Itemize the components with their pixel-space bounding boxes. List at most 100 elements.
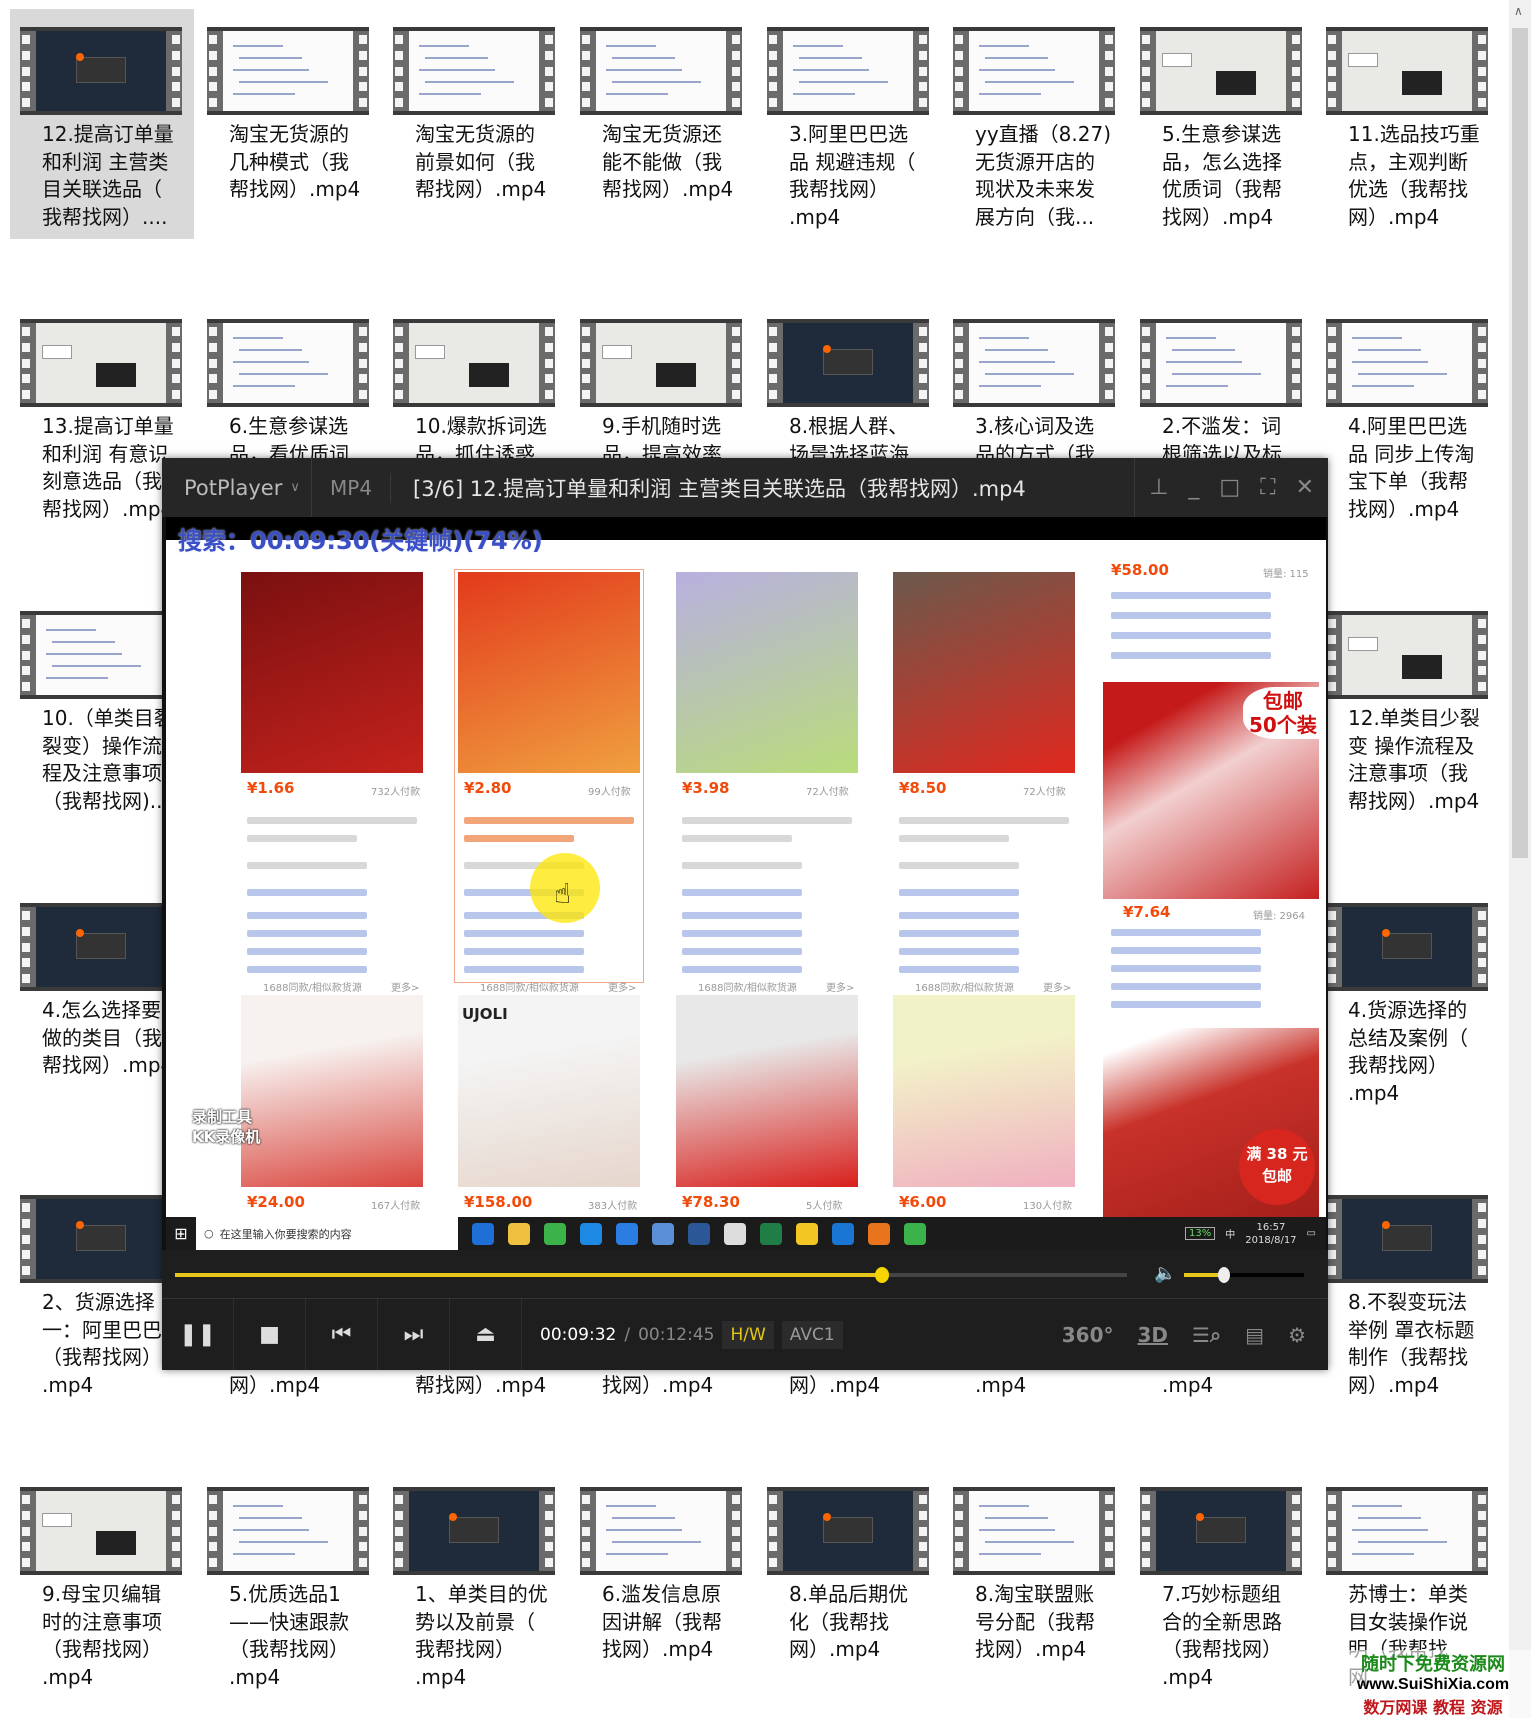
pause-button[interactable]: ❚❚	[162, 1299, 234, 1370]
listing-text-line	[1111, 983, 1261, 990]
volume-slider[interactable]	[1184, 1267, 1304, 1283]
file-item[interactable]: 4.阿里巴巴选 品 同步上传淘 宝下单（我帮 找网）.mp4	[1316, 301, 1500, 531]
product-image[interactable]	[458, 995, 640, 1187]
title-bar[interactable]: PotPlayer ∨ MP4 [3/6] 12.提高订单量和利润 主营类目关联…	[162, 458, 1328, 517]
file-item[interactable]: 11.选品技巧重 点，主观判断 优选（我帮找 网）.mp4	[1316, 9, 1500, 239]
close-button[interactable]: ✕	[1296, 475, 1314, 500]
chapter-search-icon[interactable]: ☰⌕	[1192, 1323, 1221, 1347]
3d-icon[interactable]: 3D	[1137, 1323, 1168, 1347]
next-button[interactable]: ⏭	[378, 1299, 450, 1370]
scrollbar[interactable]: ∧	[1509, 0, 1531, 1718]
video-thumbnail[interactable]	[953, 319, 1115, 407]
seek-handle[interactable]	[875, 1267, 890, 1283]
video-thumbnail[interactable]	[393, 319, 555, 407]
product-image[interactable]	[676, 572, 858, 773]
more-link[interactable]: 更多>	[391, 979, 419, 994]
vr-360-icon[interactable]: 360°	[1062, 1323, 1114, 1347]
product-image[interactable]	[676, 995, 858, 1187]
settings-gear-icon[interactable]: ⚙	[1288, 1323, 1306, 1347]
scroll-up-icon[interactable]: ∧	[1514, 4, 1523, 18]
video-thumbnail[interactable]	[20, 611, 182, 699]
file-item[interactable]: 8.单品后期优 化（我帮找 网）.mp4	[757, 1469, 941, 1699]
video-thumbnail[interactable]	[1326, 611, 1488, 699]
minimize-button[interactable]: _	[1188, 475, 1199, 500]
video-thumbnail[interactable]	[20, 1195, 182, 1283]
file-item[interactable]: 12.单类目少裂 变 操作流程及 注意事项（我 帮找网）.mp4	[1316, 593, 1500, 823]
video-thumbnail[interactable]	[20, 319, 182, 407]
video-thumbnail[interactable]	[393, 1487, 555, 1575]
file-item[interactable]: 12.提高订单量 和利润 主营类 目关联选品（ 我帮找网）....	[10, 9, 194, 239]
excel-icon	[796, 1222, 818, 1245]
file-item[interactable]: yy直播（8.27) 无货源开店的 现状及未来发 展方向（我...	[943, 9, 1127, 239]
product-image[interactable]	[893, 572, 1075, 773]
video-thumbnail[interactable]	[580, 319, 742, 407]
hw-decoding-badge[interactable]: H/W	[722, 1320, 774, 1349]
file-item[interactable]: 7.巧妙标题组 合的全新思路 （我帮找网） .mp4	[1130, 1469, 1314, 1699]
product-price: ¥3.98	[682, 779, 730, 797]
volume-icon[interactable]: 🔈	[1154, 1263, 1176, 1284]
video-thumbnail[interactable]	[580, 27, 742, 115]
file-item[interactable]: 5.优质选品1 ——快速跟款 （我帮找网） .mp4	[197, 1469, 381, 1699]
stop-button[interactable]: ■	[234, 1299, 306, 1370]
seek-bar[interactable]	[175, 1267, 1127, 1283]
file-item[interactable]: 3.阿里巴巴选 品 规避违规（ 我帮找网） .mp4	[757, 9, 941, 239]
video-thumbnail[interactable]	[1326, 903, 1488, 991]
video-thumbnail[interactable]	[20, 1487, 182, 1575]
listing-text-line	[899, 889, 1019, 896]
listing-text-line	[247, 889, 367, 896]
volume-handle[interactable]	[1217, 1267, 1230, 1283]
file-item[interactable]: 淘宝无货源还 能不能做（我 帮找网）.mp4	[570, 9, 754, 239]
fullscreen-button[interactable]: ⛶	[1260, 475, 1275, 500]
video-thumbnail[interactable]	[1140, 319, 1302, 407]
file-item[interactable]: 8.淘宝联盟账 号分配（我帮 找网）.mp4	[943, 1469, 1127, 1699]
file-item[interactable]: 9.母宝贝编辑 时的注意事项 （我帮找网） .mp4	[10, 1469, 194, 1699]
video-thumbnail[interactable]	[953, 27, 1115, 115]
eject-button[interactable]: ⏏	[450, 1299, 522, 1370]
seek-bar-area: 🔈	[162, 1250, 1328, 1299]
file-item[interactable]: 4.货源选择的 总结及案例（ 我帮找网） .mp4	[1316, 885, 1500, 1115]
codec-badge[interactable]: AVC1	[781, 1320, 843, 1349]
video-thumbnail[interactable]	[1326, 1195, 1488, 1283]
video-area[interactable]: 搜索：00:09:30(关键帧)(74%) 录制工具 KK录像机 ¥1.66 73…	[166, 517, 1326, 1250]
product-image[interactable]	[893, 995, 1075, 1187]
video-thumbnail[interactable]	[953, 1487, 1115, 1575]
video-thumbnail[interactable]	[767, 1487, 929, 1575]
product-image[interactable]	[241, 995, 423, 1187]
product-sales: 167人付款	[371, 1201, 421, 1212]
more-link[interactable]: 更多>	[608, 979, 636, 994]
maximize-button[interactable]: □	[1219, 475, 1240, 500]
more-link[interactable]: 更多>	[1043, 979, 1071, 994]
video-thumbnail[interactable]	[393, 27, 555, 115]
video-thumbnail[interactable]	[1140, 27, 1302, 115]
video-thumbnail[interactable]	[207, 319, 369, 407]
product-image[interactable]	[241, 572, 423, 773]
file-item[interactable]: 8.不裂变玩法 举例 罩衣标题 制作（我帮找 网）.mp4	[1316, 1177, 1500, 1407]
playlist-icon[interactable]: ▤	[1245, 1323, 1264, 1347]
video-thumbnail[interactable]	[1326, 319, 1488, 407]
hand-cursor-icon: ☝	[554, 877, 572, 910]
video-thumbnail[interactable]	[20, 27, 182, 115]
potplayer-menu-button[interactable]: PotPlayer ∨	[162, 458, 312, 517]
video-thumbnail[interactable]	[1140, 1487, 1302, 1575]
more-link[interactable]: 更多>	[826, 979, 854, 994]
file-item[interactable]: 5.生意参谋选 品，怎么选择 优质词（我帮 找网）.mp4	[1130, 9, 1314, 239]
video-thumbnail[interactable]	[207, 1487, 369, 1575]
video-thumbnail[interactable]	[1326, 1487, 1488, 1575]
video-thumbnail[interactable]	[767, 27, 929, 115]
file-item[interactable]: 淘宝无货源的 几种模式（我 帮找网）.mp4	[197, 9, 381, 239]
file-item[interactable]: 淘宝无货源的 前景如何（我 帮找网）.mp4	[383, 9, 567, 239]
scrollbar-thumb[interactable]	[1512, 28, 1528, 858]
file-name: 6.滥发信息原 因讲解（我帮 找网）.mp4	[602, 1582, 722, 1661]
video-thumbnail[interactable]	[207, 27, 369, 115]
promo-badge: 满 38 元 包邮	[1239, 1129, 1315, 1205]
calculator-icon	[760, 1222, 782, 1245]
video-thumbnail[interactable]	[767, 319, 929, 407]
previous-button[interactable]: ⏮	[306, 1299, 378, 1370]
pin-icon[interactable]: ⊥	[1149, 475, 1168, 500]
file-name: 5.生意参谋选 品，怎么选择 优质词（我帮 找网）.mp4	[1162, 122, 1282, 229]
file-item[interactable]: 6.滥发信息原 因讲解（我帮 找网）.mp4	[570, 1469, 754, 1699]
video-thumbnail[interactable]	[20, 903, 182, 991]
video-thumbnail[interactable]	[1326, 27, 1488, 115]
file-item[interactable]: 1、单类目的优 势以及前景（ 我帮找网） .mp4	[383, 1469, 567, 1699]
video-thumbnail[interactable]	[580, 1487, 742, 1575]
